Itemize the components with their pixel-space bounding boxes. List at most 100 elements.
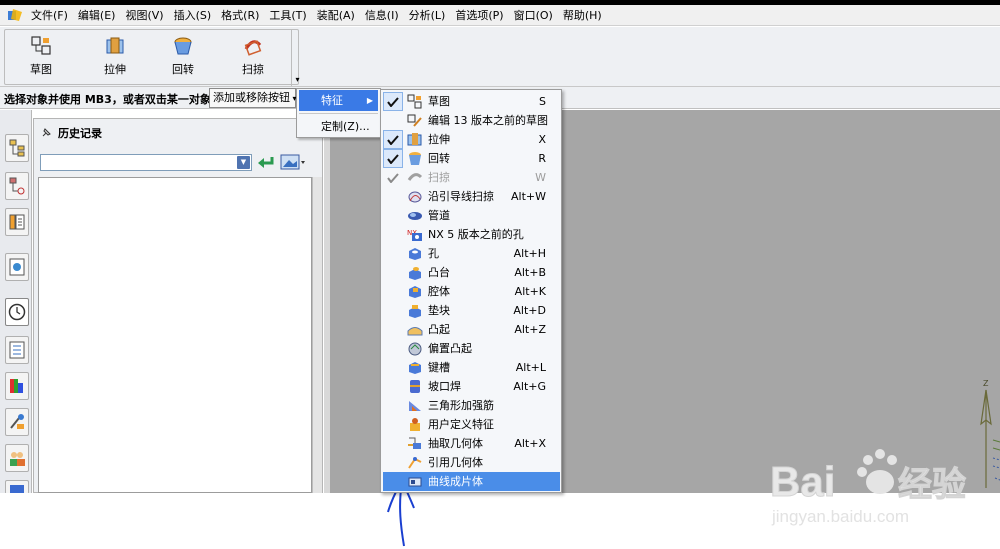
revolve-icon — [174, 37, 192, 55]
menu-help[interactable]: 帮助(H) — [558, 5, 607, 26]
system-materials-tab[interactable] — [5, 336, 29, 364]
reuse-library-tab[interactable] — [5, 253, 29, 281]
menu-item-user-defined[interactable]: 用户定义特征 — [383, 415, 560, 434]
sketch-button[interactable]: 草图 — [11, 33, 71, 81]
menu-item-slot[interactable]: 键槽 Alt+L — [383, 358, 560, 377]
toolbar-group: 草图 拉伸 回转 扫掠 ▾ — [4, 29, 300, 86]
part-navigator-tab[interactable] — [5, 208, 29, 236]
menu-item-shortcut: R — [538, 152, 546, 165]
sketch-label: 草图 — [30, 63, 52, 76]
menu-item-shortcut: W — [535, 171, 546, 184]
roles-tab[interactable] — [5, 444, 29, 472]
history-list[interactable] — [38, 177, 312, 493]
menu-item-offset-emboss[interactable]: 偏置凸起 — [383, 339, 560, 358]
history-scrollbar[interactable] — [312, 177, 322, 493]
window-icon — [10, 484, 24, 493]
menu-item-pad[interactable]: 垫块 Alt+D — [383, 301, 560, 320]
menu-item-label: 编辑 13 版本之前的草图 — [428, 114, 548, 127]
edit-sketch-icon — [407, 114, 422, 127]
menu-item-shortcut: Alt+Z — [514, 323, 546, 336]
dart-icon — [409, 401, 421, 411]
reuse-library-icon — [9, 258, 25, 276]
menu-item-boss[interactable]: 凸台 Alt+B — [383, 263, 560, 282]
assembly-navigator-tab[interactable] — [5, 134, 29, 162]
menu-item-groove[interactable]: 坡口焊 Alt+G — [383, 377, 560, 396]
menu-analysis[interactable]: 分析(L) — [404, 5, 451, 26]
menu-preferences[interactable]: 首选项(P) — [450, 5, 508, 26]
reference-geometry-icon — [408, 457, 422, 469]
menu-window[interactable]: 窗口(O) — [509, 5, 558, 26]
submenu-feature[interactable]: 特征 ▶ — [299, 90, 378, 111]
history-panel: 历史记录 ▼ — [33, 118, 323, 493]
menu-item-label: 草图 — [428, 95, 450, 108]
menu-item-dart[interactable]: 三角形加强筋 — [383, 396, 560, 415]
sweep-label: 扫掠 — [242, 63, 264, 76]
image-view-icon[interactable] — [280, 153, 306, 174]
menu-item-reference-geometry[interactable]: 引用几何体 — [383, 453, 560, 472]
more-resource-tab[interactable] — [5, 480, 29, 494]
menu-item-pocket[interactable]: 腔体 Alt+K — [383, 282, 560, 301]
menu-assembly[interactable]: 装配(A) — [312, 5, 360, 26]
refresh-arrow-icon[interactable] — [256, 153, 276, 174]
visualization-tab[interactable] — [5, 372, 29, 400]
menu-item-edit-legacy-sketch[interactable]: 编辑 13 版本之前的草图 — [383, 111, 560, 130]
menu-item-sweep[interactable]: 扫掠 W — [383, 168, 560, 187]
sketch-icon — [407, 94, 422, 109]
menu-item-label: 曲线成片体 — [428, 475, 483, 488]
menu-item-emboss[interactable]: 凸起 Alt+Z — [383, 320, 560, 339]
toolbar-context-submenu: 特征 ▶ 定制(Z)... — [296, 88, 381, 138]
menu-item-label: 回转 — [428, 152, 450, 165]
viewport-edge — [324, 110, 330, 493]
sweep-button[interactable]: 扫掠 — [223, 33, 283, 81]
menu-file[interactable]: 文件(F) — [26, 5, 73, 26]
submenu-customize[interactable]: 定制(Z)... — [299, 116, 378, 137]
menu-item-tube[interactable]: 管道 — [383, 206, 560, 225]
pin-icon[interactable] — [40, 127, 52, 139]
menu-item-label: 孔 — [428, 247, 439, 260]
menu-item-label: 用户定义特征 — [428, 418, 494, 431]
menu-edit[interactable]: 编辑(E) — [73, 5, 121, 26]
menu-item-revolve[interactable]: 回转 R — [383, 149, 560, 168]
extrude-label: 拉伸 — [104, 63, 126, 76]
menu-item-shortcut: Alt+H — [513, 247, 546, 260]
list-icon — [9, 341, 25, 359]
toolbar-options-handle[interactable]: ▾ — [291, 30, 303, 86]
baidu-watermark: Bai 经验 jingyan.baidu.com — [770, 440, 970, 530]
constraint-navigator-icon — [9, 177, 25, 195]
menu-item-sketch[interactable]: 草图 S — [383, 92, 560, 111]
process-studio-tab[interactable] — [5, 408, 29, 436]
users-icon — [10, 452, 25, 466]
add-remove-label: 添加或移除按钮 — [213, 91, 290, 104]
menu-item-shortcut: X — [538, 133, 546, 146]
menu-item-label: 垫块 — [428, 304, 450, 317]
constraint-navigator-tab[interactable] — [5, 172, 29, 200]
menu-item-legacy-hole[interactable]: NX NX 5 版本之前的孔 — [383, 225, 560, 244]
menu-item-shortcut: Alt+W — [511, 190, 546, 203]
menu-item-curves-to-sheets[interactable]: 曲线成片体 — [383, 472, 560, 491]
menu-format[interactable]: 格式(R) — [216, 5, 264, 26]
extrude-button[interactable]: 拉伸 — [85, 33, 145, 81]
menu-view[interactable]: 视图(V) — [120, 5, 168, 26]
submenu-customize-label: 定制(Z)... — [321, 120, 370, 133]
menu-item-label: NX 5 版本之前的孔 — [428, 228, 524, 241]
watermark-url: jingyan.baidu.com — [771, 507, 909, 526]
menu-tools[interactable]: 工具(T) — [264, 5, 311, 26]
add-remove-buttons-dropdown[interactable]: 添加或移除按钮 ▾ — [209, 88, 297, 108]
menu-info[interactable]: 信息(I) — [360, 5, 404, 26]
menu-item-extrude[interactable]: 拉伸 X — [383, 130, 560, 149]
menu-bar: 文件(F) 编辑(E) 视图(V) 插入(S) 格式(R) 工具(T) 装配(A… — [0, 5, 1000, 26]
menu-item-hole[interactable]: 孔 Alt+H — [383, 244, 560, 263]
sweep-icon — [407, 173, 423, 181]
menu-item-label: 腔体 — [428, 285, 450, 298]
clock-icon — [8, 303, 26, 321]
menu-insert[interactable]: 插入(S) — [169, 5, 217, 26]
history-tab[interactable] — [5, 298, 29, 326]
menu-item-extract-geometry[interactable]: 抽取几何体 Alt+X — [383, 434, 560, 453]
menu-item-sweep-along-guide[interactable]: 沿引导线扫掠 Alt+W — [383, 187, 560, 206]
groove-icon — [410, 380, 420, 393]
menu-item-label: 管道 — [428, 209, 450, 222]
revolve-button[interactable]: 回转 — [153, 33, 213, 81]
history-filter-combo[interactable]: ▼ — [40, 154, 252, 171]
menu-item-label: 键槽 — [428, 361, 450, 374]
combo-arrow-icon[interactable]: ▼ — [237, 156, 250, 169]
